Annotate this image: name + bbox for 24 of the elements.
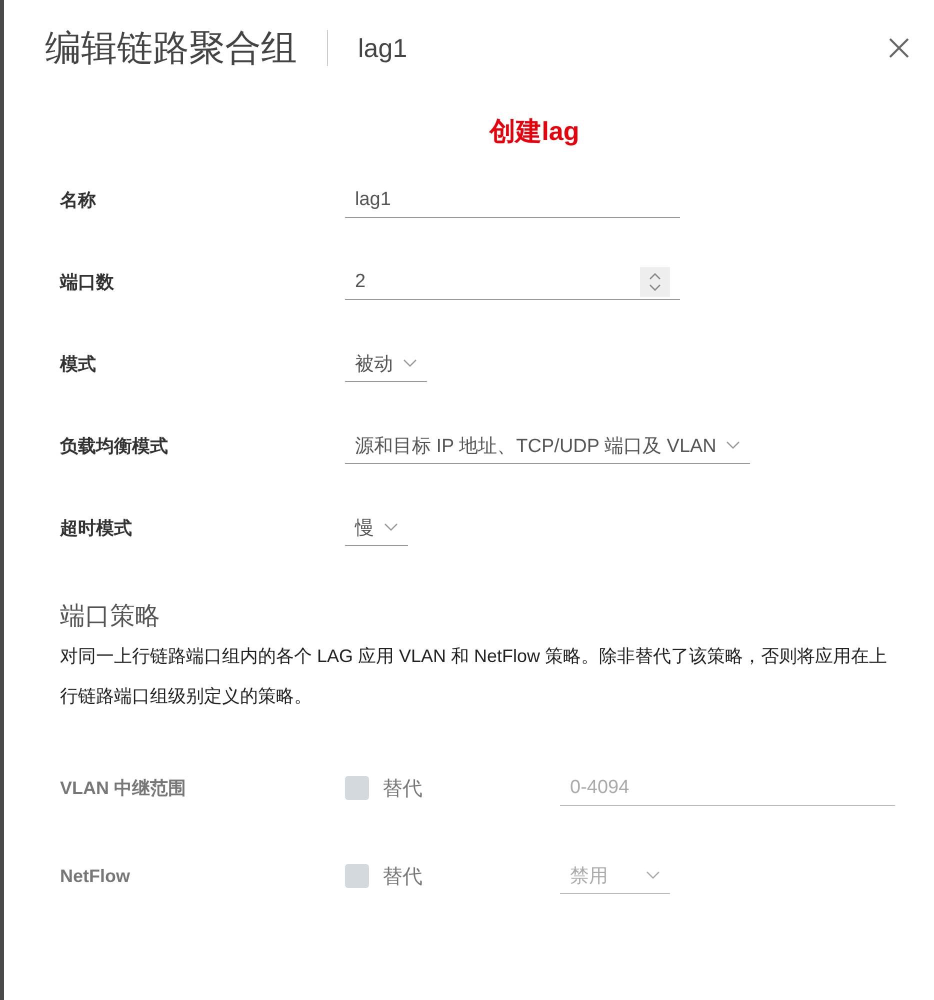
number-field[interactable]: 2 [345,264,680,300]
field-label: 名称 [60,189,97,212]
section-description: 对同一上行链路端口组内的各个 LAG 应用 VLAN 和 NetFlow 策略。除非替代了该策略，否则将应用在上行链路端口组级别定义的策略。 [60,645,888,708]
field-label: VLAN 中继范围 [60,777,187,800]
dialog-subtitle: lag1 [358,32,408,64]
spinner-icon[interactable] [640,266,670,296]
dropdown[interactable]: 源和目标 IP 地址、TCP/UDP 端口及 VLAN [345,428,750,464]
caret-icon [403,359,417,368]
dialog-title: 编辑链路聚合组 [45,26,297,70]
checkbox-label: 替代 [382,864,424,890]
checkbox-label: 替代 [382,776,424,802]
field-label: 负载均衡模式 [60,435,169,458]
field-label: 超时模式 [60,517,133,540]
section-heading: 端口策略 [60,601,161,632]
caret-icon [646,871,660,880]
caret-icon [726,441,740,450]
text-field[interactable]: lag1 [345,182,680,218]
caret-icon [384,523,398,532]
dropdown[interactable]: 被动 [345,346,427,382]
dropdown[interactable]: 慢 [345,510,408,546]
annotation: 创建lag [488,115,580,148]
field-label: 模式 [60,353,97,376]
field-label: 端口数 [60,271,115,294]
field-label: NetFlow [60,866,131,886]
